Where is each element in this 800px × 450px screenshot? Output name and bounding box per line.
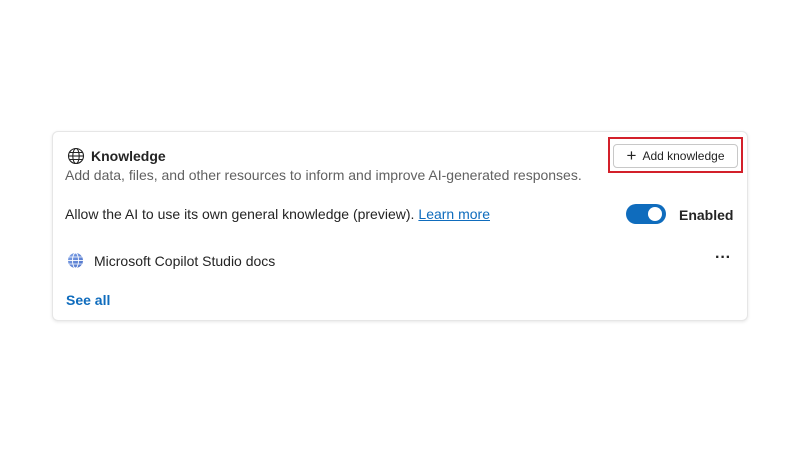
toggle-knob — [648, 207, 662, 221]
web-globe-icon — [67, 252, 84, 269]
knowledge-source-item[interactable]: Microsoft Copilot Studio docs — [67, 252, 275, 269]
knowledge-title: Knowledge — [91, 148, 166, 164]
add-knowledge-button[interactable]: + Add knowledge — [613, 144, 738, 168]
knowledge-description: Add data, files, and other resources to … — [65, 167, 582, 183]
see-all-link[interactable]: See all — [66, 292, 110, 308]
more-icon[interactable]: ··· — [711, 250, 735, 270]
knowledge-card: Knowledge Add data, files, and other res… — [52, 131, 748, 321]
general-knowledge-setting: Allow the AI to use its own general know… — [65, 206, 490, 222]
general-knowledge-text: Allow the AI to use its own general know… — [65, 206, 415, 222]
plus-icon: + — [626, 145, 637, 165]
toggle-state-label: Enabled — [679, 207, 734, 223]
globe-icon — [67, 147, 85, 165]
knowledge-header: Knowledge — [67, 146, 166, 166]
general-knowledge-toggle[interactable] — [626, 204, 666, 224]
knowledge-source-label: Microsoft Copilot Studio docs — [94, 252, 276, 269]
learn-more-link[interactable]: Learn more — [418, 206, 490, 222]
add-knowledge-label: Add knowledge — [642, 149, 725, 163]
